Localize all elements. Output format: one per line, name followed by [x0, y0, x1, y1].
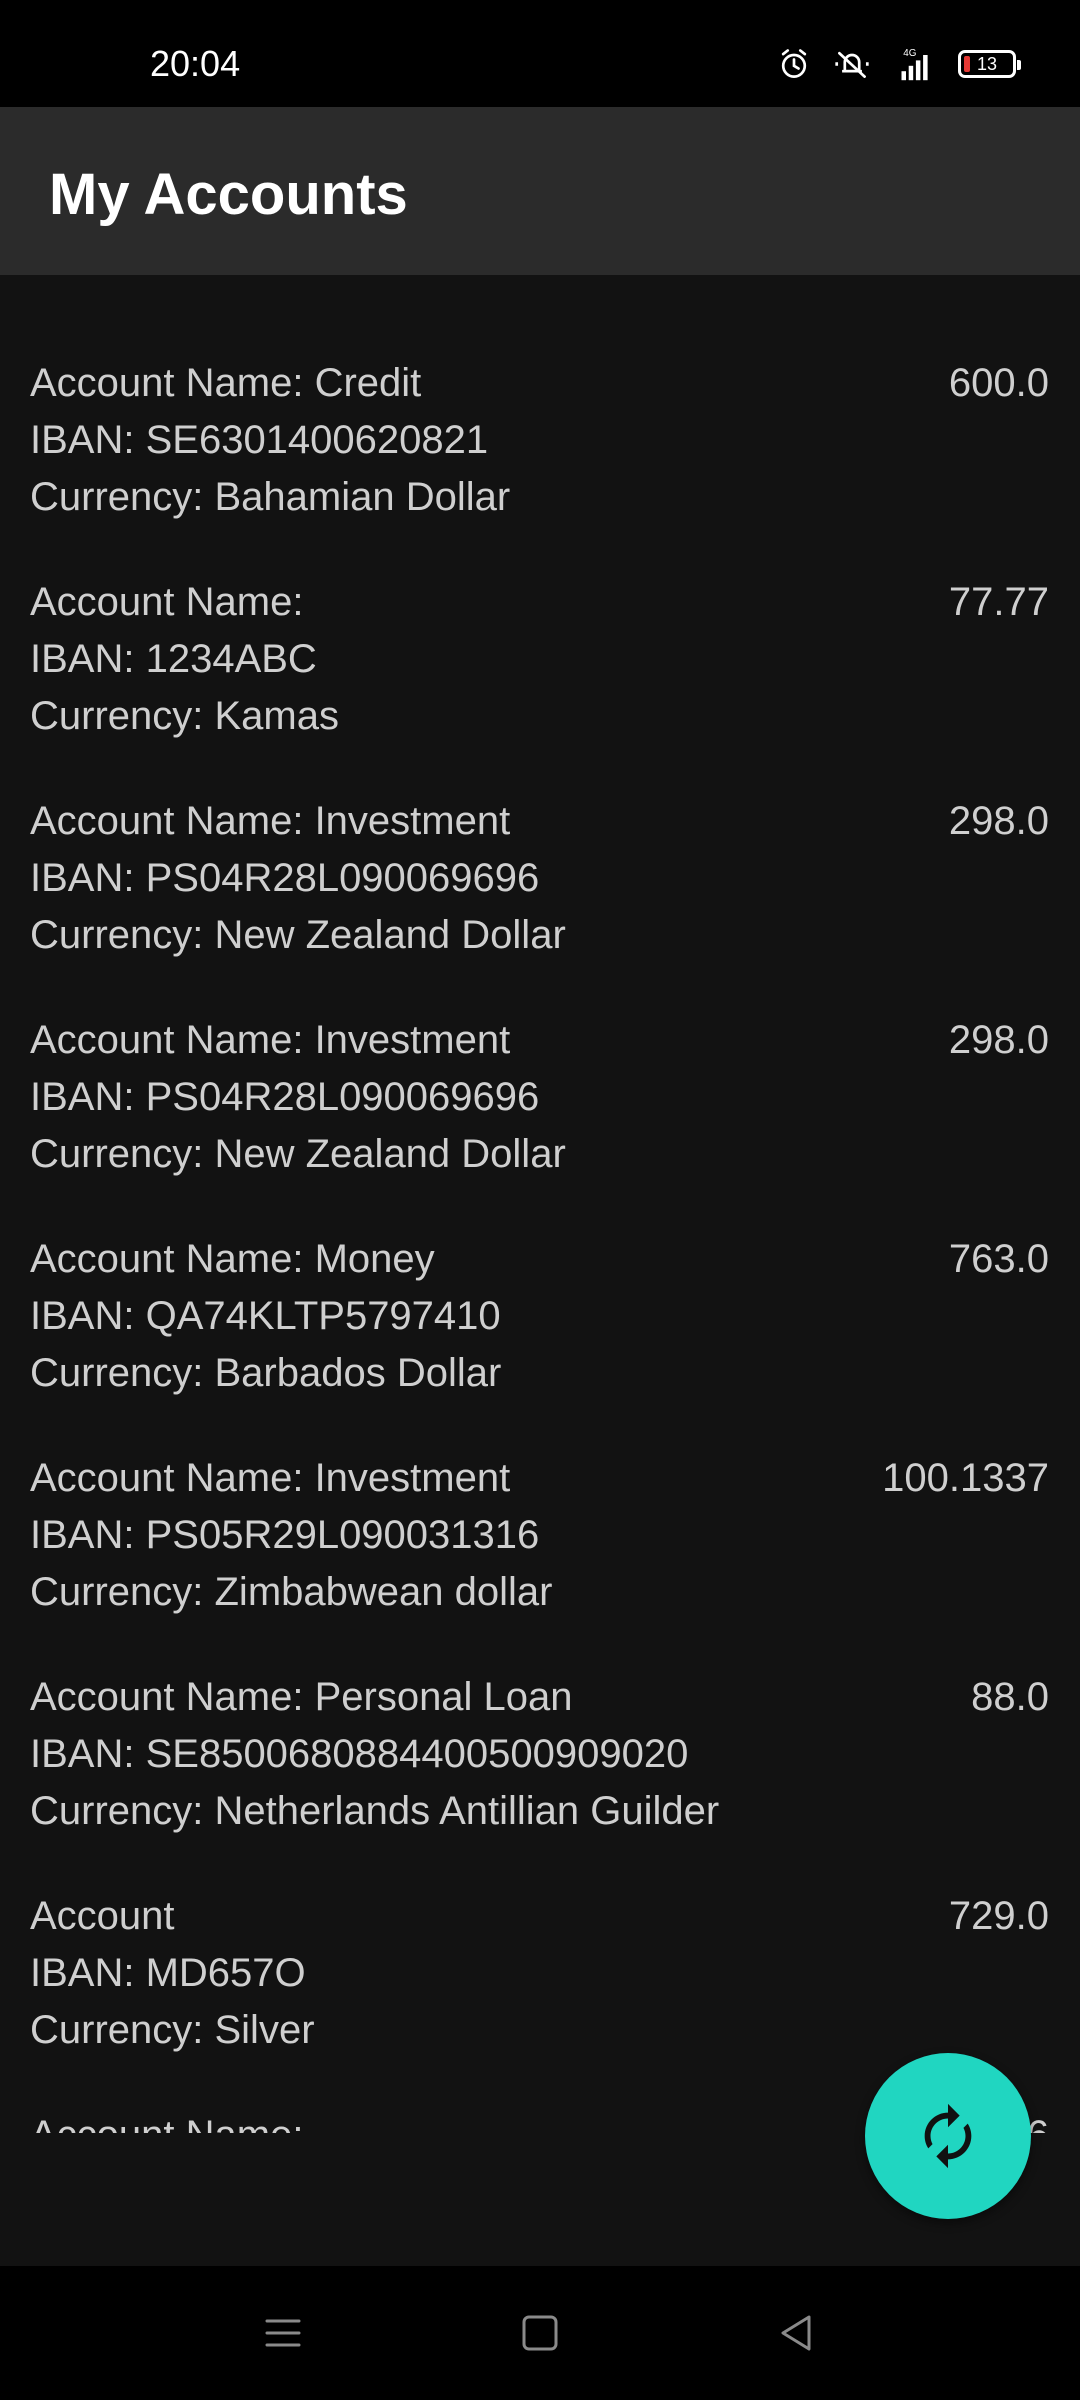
account-name: Account Name: — [30, 2107, 303, 2133]
account-balance: 100.1337 — [882, 1456, 1049, 1500]
account-balance: 729.0 — [948, 1894, 1049, 1938]
account-name: Account Name: Investment — [30, 799, 511, 843]
account-name: Account Name: — [30, 580, 304, 624]
account-currency: Currency: New Zealand Dollar — [30, 1132, 566, 1176]
page-title: My Accounts — [49, 162, 408, 227]
back-icon — [781, 2315, 811, 2351]
account-iban: IBAN: QA74KLTP5797410 — [30, 1294, 501, 1338]
back-button[interactable] — [770, 2306, 824, 2360]
account-name: Account Name: Personal Loan — [30, 1675, 573, 1719]
account-name: Account Name: Money — [30, 1237, 435, 1281]
account-iban: IBAN: PS04R28L090069696 — [30, 1075, 540, 1119]
accounts-list-viewport[interactable]: Account Name: Credit IBAN: SE630140062082… — [0, 275, 1080, 2133]
account-list-item[interactable]: Account Name: Credit IBAN: SE630140062082… — [0, 355, 1080, 574]
account-iban: IBAN: PS04R28L090069696 — [30, 856, 540, 900]
account-currency: Currency: Zimbabwean dollar — [30, 1570, 553, 1614]
account-iban: IBAN: SE6301400620821 — [30, 418, 489, 462]
home-icon — [522, 2315, 558, 2351]
account-balance: 298.0 — [948, 1018, 1049, 1062]
account-balance: 77.77 — [948, 580, 1049, 624]
account-name: Account Name: Investment — [30, 1018, 511, 1062]
account-balance: 763.0 — [948, 1237, 1049, 1281]
account-name: Account Name: Credit — [30, 361, 422, 405]
account-currency: Currency: Silver — [30, 2008, 315, 2052]
battery-level — [964, 56, 970, 72]
account-list-item[interactable]: Account Name: IBAN: 1234ABC Currency: Kama… — [0, 574, 1080, 793]
refresh-button[interactable] — [865, 2053, 1031, 2219]
account-balance: 600.0 — [948, 361, 1049, 405]
account-name: Account Name: Investment — [30, 1456, 511, 1500]
accounts-list[interactable]: Account Name: Credit IBAN: SE630140062082… — [0, 355, 1080, 2133]
account-list-item[interactable]: Account Name: Investment IBAN: PS04R28L09… — [0, 793, 1080, 1012]
alarm-icon — [781, 49, 807, 78]
home-button[interactable] — [513, 2306, 567, 2360]
menu-icon — [265, 2319, 301, 2347]
account-currency: Currency: Bahamian Dollar — [30, 475, 511, 519]
status-bar: 20:04 4G 13 — [0, 0, 1080, 107]
account-iban: IBAN: 1234ABC — [30, 637, 317, 681]
signal-icon: 4G — [901, 48, 928, 81]
account-list-item[interactable]: Account Name: Money IBAN: QA74KLTP5797410… — [0, 1231, 1080, 1450]
battery-icon: 13 — [958, 50, 1021, 78]
account-name: Account — [30, 1894, 175, 1938]
account-iban: IBAN: PS05R29L090031316 — [30, 1513, 540, 1557]
navigation-bar — [0, 2266, 1080, 2400]
account-list-item[interactable]: Account Name: Investment IBAN: PS04R28L09… — [0, 1012, 1080, 1231]
network-label: 4G — [903, 48, 916, 59]
status-time: 20:04 — [150, 43, 241, 84]
account-currency: Currency: New Zealand Dollar — [30, 913, 566, 957]
account-balance: 298.0 — [948, 799, 1049, 843]
mute-icon — [835, 51, 869, 78]
account-iban: IBAN: MD657O — [30, 1951, 306, 1995]
account-balance: 88.0 — [971, 1675, 1049, 1719]
account-currency: Currency: Kamas — [30, 694, 339, 738]
status-icons: 4G 13 — [774, 46, 1021, 82]
account-currency: Currency: Barbados Dollar — [30, 1351, 502, 1395]
account-list-item[interactable]: Account Name: Investment IBAN: PS05R29L09… — [0, 1450, 1080, 1669]
refresh-icon — [924, 2103, 972, 2169]
app-bar: My Accounts — [0, 107, 1080, 275]
recent-apps-button[interactable] — [256, 2306, 310, 2360]
account-iban: IBAN: SE8500680884400500909020 — [30, 1732, 689, 1776]
account-list-item[interactable]: Account Name: Personal Loan IBAN: SE85006… — [0, 1669, 1080, 1888]
battery-text: 13 — [976, 53, 998, 74]
account-currency: Currency: Netherlands Antillian Guilder — [30, 1789, 720, 1833]
